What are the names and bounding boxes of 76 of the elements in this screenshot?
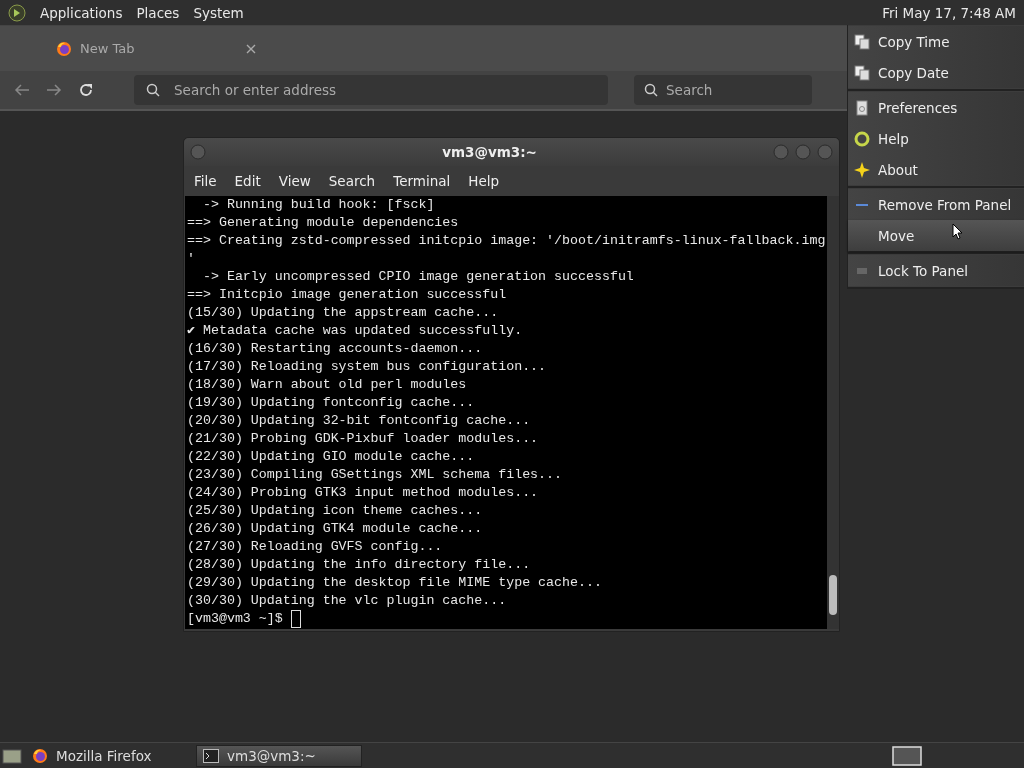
bar-icon bbox=[857, 267, 867, 274]
window-button[interactable] bbox=[817, 144, 833, 160]
minus-icon bbox=[856, 203, 868, 206]
window-button[interactable] bbox=[773, 144, 789, 160]
tab-title: New Tab bbox=[80, 41, 136, 56]
search-field[interactable]: Search bbox=[634, 75, 812, 105]
menu-item[interactable]: Search bbox=[328, 173, 376, 189]
close-icon[interactable] bbox=[246, 43, 256, 54]
panel-menu[interactable]: Places bbox=[136, 4, 180, 21]
terminal-line: (25/30) Updating icon theme caches... bbox=[187, 502, 484, 520]
window-title: vm3@vm3:~ bbox=[441, 144, 538, 160]
terminal-line: (15/30) Updating the appstream cache... bbox=[187, 304, 500, 322]
terminal-line: (27/30) Reloading GVFS config... bbox=[187, 538, 444, 556]
text-cursor bbox=[290, 610, 301, 628]
document-icon bbox=[854, 99, 870, 116]
menu-item[interactable]: View bbox=[278, 173, 311, 189]
menu-item[interactable]: About bbox=[848, 154, 1024, 185]
menu-item[interactable]: Copy Time bbox=[848, 26, 1024, 57]
terminal-line: (23/30) Compiling GSettings XML schema files... bbox=[187, 466, 564, 484]
menu-item[interactable]: Help bbox=[468, 173, 500, 189]
star-icon bbox=[854, 161, 870, 178]
clock[interactable]: Fri May 17, 7:48 AM bbox=[882, 4, 1016, 21]
taskbar-button[interactable]: vm3@vm3:~ bbox=[196, 744, 362, 767]
terminal-line: -> Running build hook: [fsck] bbox=[201, 196, 436, 214]
terminal-line: (29/30) Updating the desktop file MIME type cache... bbox=[187, 574, 603, 592]
firefox-icon bbox=[32, 747, 48, 764]
copy-icon bbox=[854, 33, 870, 50]
address-field[interactable]: Search or enter address bbox=[134, 75, 608, 105]
menu-item[interactable]: Preferences bbox=[848, 92, 1024, 123]
terminal-line: (18/30) Warn about old perl modules bbox=[187, 376, 468, 394]
terminal-line: (19/30) Updating fontconfig cache... bbox=[187, 394, 476, 412]
menu-item[interactable]: Edit bbox=[234, 173, 261, 189]
terminal-line: (20/30) Updating 32-bit fontconfig cache... bbox=[187, 412, 532, 430]
show-desktop-icon[interactable] bbox=[2, 746, 22, 765]
terminal-line: ==> Creating zstd-compressed initcpio image: '/boot/initramfs-linux-fallback.img bbox=[187, 232, 825, 250]
back-icon[interactable] bbox=[14, 83, 30, 97]
terminal-line: (26/30) Updating GTK4 module cache... bbox=[187, 520, 484, 538]
menu-item[interactable]: Copy Date bbox=[848, 57, 1024, 88]
taskbar-button[interactable]: Mozilla Firefox bbox=[26, 744, 192, 767]
reload-icon[interactable] bbox=[78, 82, 94, 98]
menu-item[interactable]: File bbox=[194, 173, 217, 189]
menu-item[interactable]: Help bbox=[848, 123, 1024, 154]
mouse-pointer-icon bbox=[952, 223, 963, 240]
terminal-line: (30/30) Updating the vlc plugin cache... bbox=[187, 592, 508, 610]
terminal-line: (21/30) Probing GDK-Pixbuf loader modules... bbox=[187, 430, 540, 448]
panel-menu[interactable]: System bbox=[193, 4, 244, 21]
terminal-line: ==> Initcpio image generation successful bbox=[187, 286, 508, 304]
distro-logo-icon[interactable] bbox=[8, 3, 26, 22]
browser-tab[interactable]: New Tab bbox=[46, 31, 266, 66]
workspace-icon[interactable] bbox=[892, 745, 922, 766]
panel-menu[interactable]: Applications bbox=[40, 4, 123, 21]
terminal-line: ' bbox=[187, 250, 196, 268]
scrollbar-thumb[interactable] bbox=[829, 575, 837, 615]
terminal-line: (24/30) Probing GTK3 input method modules... bbox=[187, 484, 540, 502]
firefox-icon bbox=[56, 40, 72, 57]
menu-item[interactable]: Move bbox=[848, 220, 1024, 251]
terminal-line: (17/30) Reloading system bus configuration... bbox=[187, 358, 548, 376]
scrollbar[interactable] bbox=[827, 196, 839, 629]
terminal-line: -> Early uncompressed CPIO image generation successful bbox=[201, 268, 635, 286]
lifebuoy-icon bbox=[854, 130, 870, 147]
search-icon bbox=[644, 83, 658, 97]
window-button[interactable] bbox=[795, 144, 811, 160]
copy-icon bbox=[854, 64, 870, 81]
menu-item[interactable]: Terminal bbox=[393, 173, 451, 189]
terminal-line: (28/30) Updating the info directory file... bbox=[187, 556, 532, 574]
shell-prompt: [vm3@vm3 ~]$ bbox=[187, 610, 284, 628]
terminal-icon bbox=[203, 748, 219, 763]
terminal-line: (22/30) Updating GIO module cache... bbox=[187, 448, 476, 466]
menu-item[interactable]: Lock To Panel bbox=[848, 255, 1024, 286]
terminal-line: ==> Generating module dependencies bbox=[187, 214, 460, 232]
terminal-line: (16/30) Restarting accounts-daemon... bbox=[187, 340, 484, 358]
menu-item[interactable]: Remove From Panel bbox=[848, 189, 1024, 220]
window-button[interactable] bbox=[190, 144, 206, 160]
terminal-line: ✔ Metadata cache was updated successfully. bbox=[187, 322, 524, 340]
search-icon bbox=[146, 83, 160, 97]
forward-icon[interactable] bbox=[46, 83, 62, 97]
